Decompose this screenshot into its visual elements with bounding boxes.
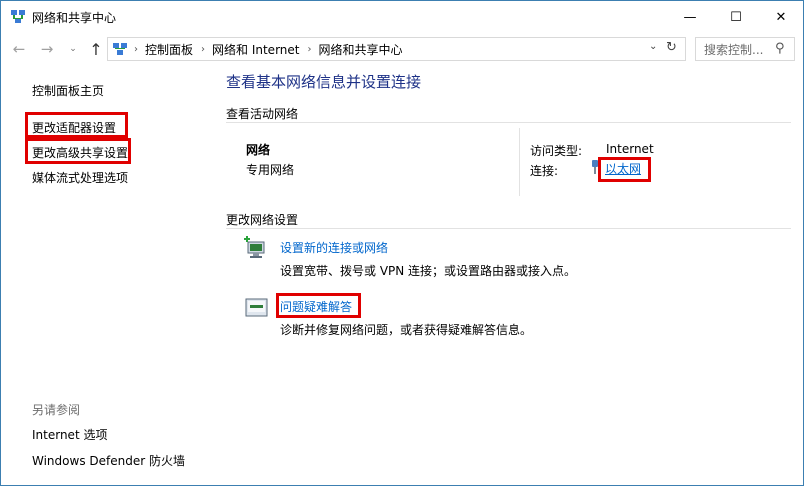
window-title: 网络和共享中心 [32, 11, 117, 25]
task-setup-new-connection-link[interactable]: 设置新的连接或网络 [280, 239, 388, 256]
network-type: 专用网络 [246, 163, 295, 177]
highlight-box-advanced [25, 138, 131, 164]
access-type-label: 访问类型: [530, 144, 583, 158]
search-input[interactable]: 搜索控制... ⚲ [695, 37, 795, 61]
breadcrumb-separator: › [307, 43, 312, 55]
access-type-value: Internet [606, 142, 654, 156]
sidebar: 控制面板主页 更改适配器设置 更改高级共享设置 媒体流式处理选项 另请参阅 In… [1, 64, 206, 485]
network-sharing-center-window: 网络和共享中心 — ☐ ✕ ← → ⌄ ↑ › 控制面板 › 网络和 Inter… [0, 0, 804, 486]
up-button[interactable]: ↑ [86, 39, 106, 59]
address-bar[interactable]: › 控制面板 › 网络和 Internet › 网络和共享中心 ⌄ ↻ [107, 37, 686, 61]
connection-label: 连接: [530, 164, 559, 178]
title-bar: 网络和共享中心 — ☐ ✕ [1, 1, 803, 33]
control-panel-icon [113, 43, 127, 55]
breadcrumb-separator: › [201, 43, 206, 55]
see-also-heading: 另请参阅 [32, 403, 81, 417]
refresh-icon[interactable]: ↻ [666, 40, 677, 55]
sidebar-item-media-streaming[interactable]: 媒体流式处理选项 [32, 169, 128, 186]
main-content: 查看基本网络信息并设置连接 查看活动网络 网络 专用网络 访问类型: Inter… [206, 64, 803, 485]
minimize-button[interactable]: — [667, 1, 713, 33]
breadcrumb-network-sharing-center[interactable]: 网络和共享中心 [318, 41, 402, 58]
page-title: 查看基本网络信息并设置连接 [226, 73, 422, 91]
search-placeholder: 搜索控制... [704, 42, 764, 57]
divider [226, 228, 791, 229]
troubleshoot-icon [245, 298, 268, 317]
breadcrumb-control-panel[interactable]: 控制面板 [145, 41, 193, 58]
maximize-button[interactable]: ☐ [713, 1, 759, 33]
highlight-box-adapter [25, 112, 128, 138]
task-setup-new-connection-desc: 设置宽带、拨号或 VPN 连接；或设置路由器或接入点。 [280, 264, 577, 278]
sidebar-item-internet-options[interactable]: Internet 选项 [32, 426, 107, 443]
highlight-box-ethernet [598, 157, 651, 182]
recent-locations-button[interactable]: ⌄ [63, 39, 83, 59]
task-troubleshoot-desc: 诊断并修复网络问题，或者获得疑难解答信息。 [280, 323, 533, 337]
chevron-down-icon[interactable]: ⌄ [649, 41, 657, 52]
forward-button[interactable]: → [37, 39, 57, 59]
search-icon[interactable]: ⚲ [775, 41, 785, 56]
divider [519, 128, 520, 196]
sidebar-item-windows-defender-firewall[interactable]: Windows Defender 防火墙 [32, 452, 185, 469]
network-name: 网络 [246, 143, 271, 157]
section-title-active-networks: 查看活动网络 [226, 107, 299, 121]
close-button[interactable]: ✕ [758, 1, 803, 33]
back-button[interactable]: ← [9, 39, 29, 59]
network-icon [11, 10, 25, 23]
divider [226, 122, 791, 123]
section-title-change-network-settings: 更改网络设置 [226, 213, 299, 227]
highlight-box-troubleshoot [276, 293, 361, 318]
navigation-bar: ← → ⌄ ↑ › 控制面板 › 网络和 Internet › 网络和共享中心 … [1, 33, 803, 64]
breadcrumb-separator: › [134, 43, 138, 55]
breadcrumb-network-internet[interactable]: 网络和 Internet [212, 41, 299, 58]
network-setup-icon [244, 236, 265, 258]
sidebar-item-control-panel-home[interactable]: 控制面板主页 [32, 82, 104, 99]
